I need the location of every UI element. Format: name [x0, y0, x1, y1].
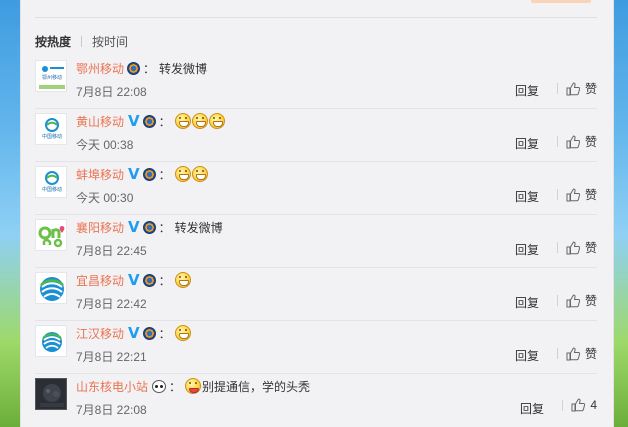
avatar[interactable]: [35, 325, 67, 357]
thumbs-up-icon: [566, 134, 580, 148]
reply-button[interactable]: 回复: [515, 347, 539, 364]
reply-button[interactable]: 回复: [515, 294, 539, 311]
club-badge-icon[interactable]: [142, 220, 156, 234]
avatar[interactable]: [35, 378, 67, 410]
comment-time[interactable]: 7月8日 22:08: [76, 83, 147, 100]
reply-button[interactable]: 回复: [515, 135, 539, 152]
avatar[interactable]: 鄂州移动: [35, 60, 67, 92]
like-label: 赞: [584, 294, 597, 308]
comment-item: 中国移动 黄山移动 V ： 今天 00:38 回复 赞: [35, 109, 597, 162]
grin-emoji-icon: [174, 113, 191, 129]
verified-icon[interactable]: V: [128, 113, 140, 129]
username[interactable]: 江汉移动: [76, 325, 124, 342]
club-badge-icon[interactable]: [142, 326, 156, 340]
comments-panel: 按热度 按时间 鄂州移动 鄂州移动 ： 转发微博 7月8日 22:08 回复 赞…: [20, 0, 614, 427]
avatar-text: 中国移动: [42, 186, 62, 193]
like-button[interactable]: 赞: [556, 80, 597, 97]
club-badge-icon[interactable]: [142, 167, 156, 181]
like-label: 赞: [584, 188, 597, 202]
comment-item: 山东核电小站 ： 别提通信，学的头秃 7月8日 22:08 回复 4: [35, 374, 597, 424]
grin-emoji-icon: [174, 166, 191, 182]
like-button[interactable]: 赞: [556, 345, 597, 362]
panda-badge-icon[interactable]: [152, 379, 167, 393]
grin-emoji-icon: [174, 325, 191, 341]
comment-time[interactable]: 7月8日 22:45: [76, 242, 147, 259]
thumbs-up-icon: [566, 346, 580, 360]
club-badge-icon[interactable]: [142, 273, 156, 287]
like-label: 赞: [584, 241, 597, 255]
like-button[interactable]: 赞: [556, 239, 597, 256]
like-count: 4: [590, 398, 597, 412]
comment-text: 转发微博: [174, 220, 223, 235]
divider: [35, 17, 597, 18]
like-label: 赞: [584, 135, 597, 149]
submit-button-edge[interactable]: [531, 0, 591, 3]
avatar[interactable]: 中国移动: [35, 113, 67, 145]
comment-item: 鄂州移动 鄂州移动 ： 转发微博 7月8日 22:08 回复 赞: [35, 56, 597, 109]
sort-by-time-tab[interactable]: 按时间: [92, 33, 128, 50]
username[interactable]: 山东核电小站: [76, 378, 148, 395]
username[interactable]: 襄阳移动: [76, 219, 124, 236]
comment-list: 鄂州移动 鄂州移动 ： 转发微博 7月8日 22:08 回复 赞 中国移动 黄山…: [35, 56, 597, 424]
grin-emoji-icon: [174, 272, 191, 288]
username[interactable]: 宜昌移动: [76, 272, 124, 289]
comment-item: 宜昌移动 V ： 7月8日 22:42 回复 赞: [35, 268, 597, 321]
comment-time[interactable]: 7月8日 22:42: [76, 295, 147, 312]
comment-item: 襄阳移动 V ： 转发微博 7月8日 22:45 回复 赞: [35, 215, 597, 268]
username[interactable]: 黄山移动: [76, 113, 124, 130]
like-label: 赞: [584, 82, 597, 96]
verified-icon[interactable]: V: [128, 272, 140, 288]
like-label: 赞: [584, 347, 597, 361]
comment-item: 中国移动 蚌埠移动 V ： 今天 00:30 回复 赞: [35, 162, 597, 215]
grin-emoji-icon: [191, 113, 208, 129]
thumbs-up-icon: [566, 240, 580, 254]
comment-text: 别提通信，学的头秃: [202, 379, 311, 394]
avatar[interactable]: [35, 219, 67, 251]
club-badge-icon[interactable]: [142, 114, 156, 128]
thumbs-up-icon: [566, 293, 580, 307]
grin-emoji-icon: [191, 166, 208, 182]
verified-icon[interactable]: V: [128, 325, 140, 341]
thumbs-up-icon: [566, 187, 580, 201]
comment-text: 转发微博: [159, 61, 208, 76]
username[interactable]: 鄂州移动: [76, 60, 124, 77]
verified-icon[interactable]: V: [128, 166, 140, 182]
sort-separator: [81, 36, 83, 47]
laugh-cry-emoji-icon: [185, 378, 202, 394]
comment-time[interactable]: 今天 00:38: [76, 136, 133, 153]
avatar[interactable]: [35, 272, 67, 304]
comment-item: 江汉移动 V ： 7月8日 22:21 回复 赞: [35, 321, 597, 374]
avatar-text: 中国移动: [42, 133, 62, 140]
comment-time[interactable]: 今天 00:30: [76, 189, 133, 206]
username[interactable]: 蚌埠移动: [76, 166, 124, 183]
like-button[interactable]: 4: [562, 398, 597, 412]
grin-emoji-icon: [208, 113, 225, 129]
verified-icon[interactable]: V: [128, 219, 140, 235]
reply-button[interactable]: 回复: [515, 241, 539, 258]
reply-button[interactable]: 回复: [515, 188, 539, 205]
comment-time[interactable]: 7月8日 22:21: [76, 348, 147, 365]
comment-time[interactable]: 7月8日 22:08: [76, 401, 147, 418]
avatar-text: 鄂州移动: [42, 74, 62, 81]
sort-options: 按热度 按时间: [35, 33, 128, 50]
thumbs-up-icon: [571, 398, 586, 412]
like-button[interactable]: 赞: [556, 186, 597, 203]
sort-by-hot-tab[interactable]: 按热度: [35, 33, 71, 50]
like-button[interactable]: 赞: [556, 292, 597, 309]
like-button[interactable]: 赞: [556, 133, 597, 150]
reply-button[interactable]: 回复: [520, 400, 544, 417]
club-badge-icon[interactable]: [127, 61, 141, 75]
reply-button[interactable]: 回复: [515, 82, 539, 99]
avatar[interactable]: 中国移动: [35, 166, 67, 198]
thumbs-up-icon: [566, 81, 580, 95]
